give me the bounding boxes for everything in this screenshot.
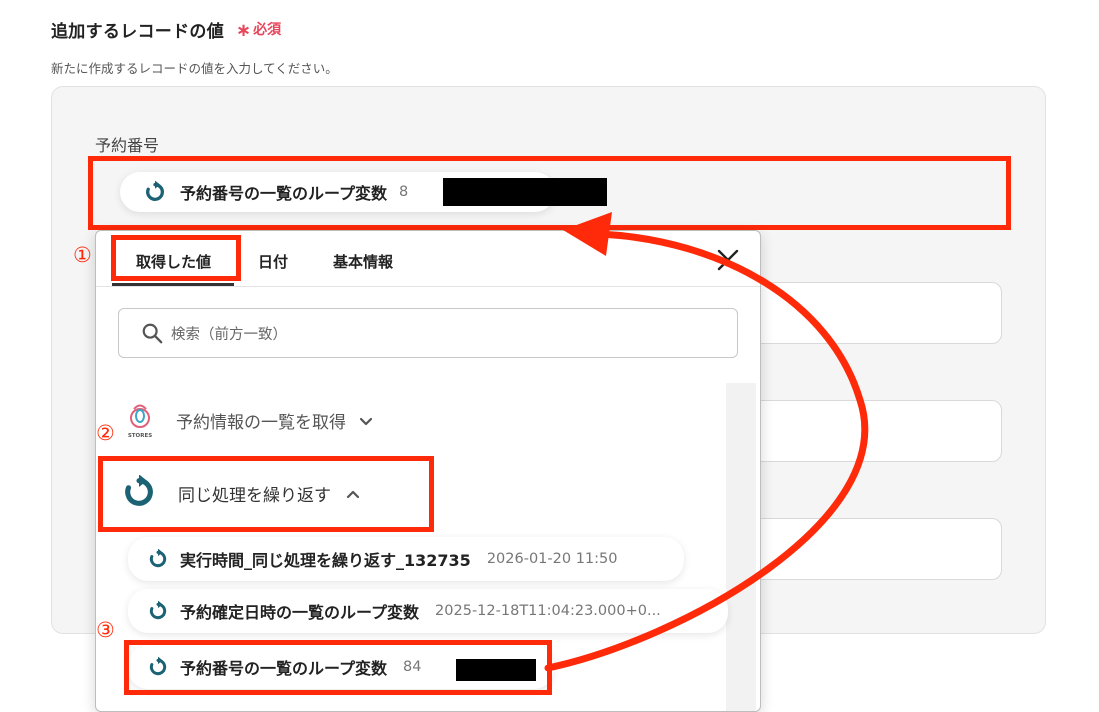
arrow-annotation	[544, 212, 869, 672]
